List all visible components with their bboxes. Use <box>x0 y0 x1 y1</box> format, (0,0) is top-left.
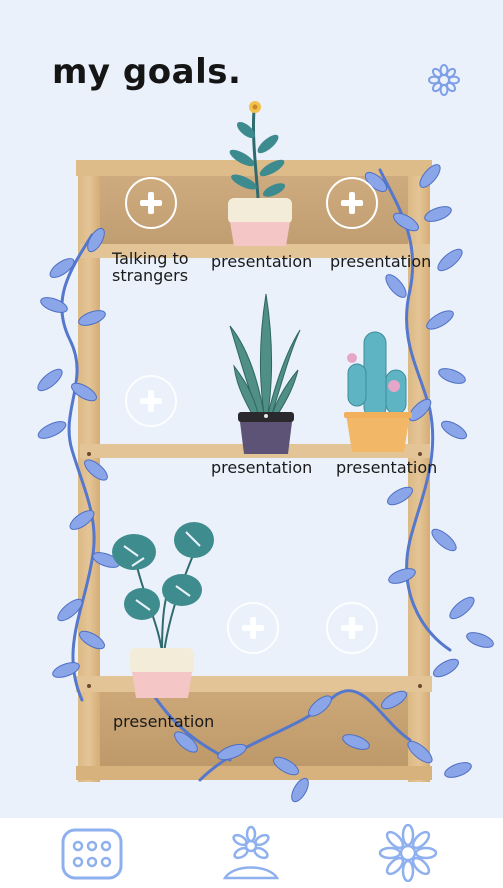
plus-icon <box>341 617 363 639</box>
snake-plant[interactable] <box>228 292 304 456</box>
add-goal-button[interactable] <box>125 177 177 229</box>
tab-flower[interactable] <box>376 823 440 883</box>
goal-label: presentation <box>336 458 438 477</box>
bottom-tab-bar <box>0 818 503 888</box>
snake-plant-icon <box>229 293 301 454</box>
flower-icon <box>378 823 438 883</box>
goal-label-line: strangers <box>112 266 189 285</box>
empty-goal-slot[interactable] <box>227 602 279 654</box>
empty-goal-slot[interactable] <box>326 602 378 654</box>
goal-label: presentation <box>211 458 313 477</box>
monstera-icon <box>112 522 214 698</box>
plus-icon <box>140 390 162 412</box>
calendar-grid-icon <box>61 828 123 880</box>
goal-label-line: Talking to <box>112 249 189 268</box>
tab-calendar[interactable] <box>60 824 124 882</box>
goal-label: Talking to strangers <box>112 250 189 284</box>
goal-label: presentation <box>113 712 215 731</box>
goal-label: presentation <box>211 252 313 271</box>
plus-icon <box>140 192 162 214</box>
monstera-plant[interactable] <box>112 512 216 700</box>
add-goal-button[interactable] <box>326 177 378 229</box>
cactus-icon <box>344 331 412 452</box>
tab-growing-flower[interactable] <box>219 824 283 882</box>
growing-flower-icon <box>222 825 280 880</box>
plus-icon <box>341 192 363 214</box>
flower-in-pot-icon <box>228 101 292 246</box>
plus-icon <box>242 617 264 639</box>
flower-plant[interactable] <box>222 98 298 250</box>
empty-goal-slot[interactable] <box>125 375 177 427</box>
goal-label: presentation <box>330 252 432 271</box>
goals-screen: my goals. Talking to strangers presentat… <box>0 0 503 888</box>
cactus-plant[interactable] <box>342 320 414 454</box>
